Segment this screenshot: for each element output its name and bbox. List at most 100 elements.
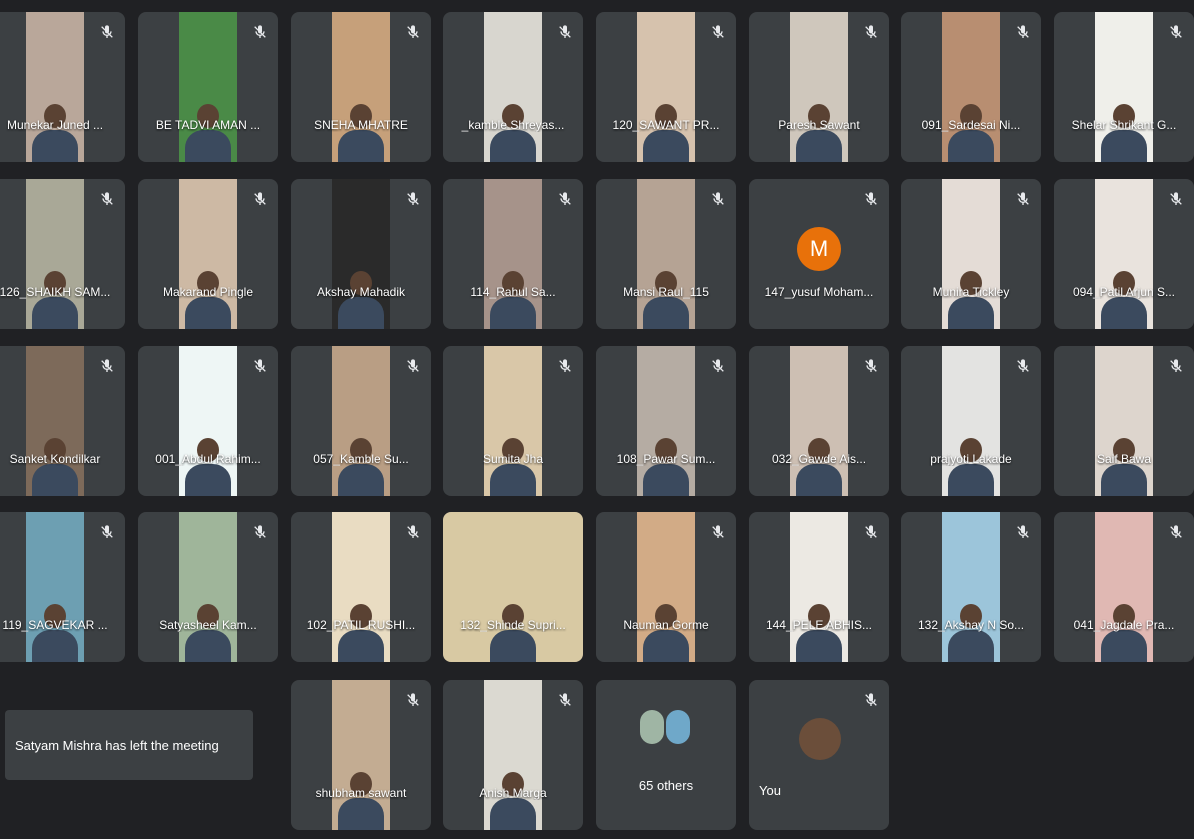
participant-tile[interactable]: 119_SAGVEKAR ... — [0, 512, 125, 662]
body-shape — [643, 464, 689, 496]
person-silhouette — [32, 438, 78, 496]
participant-video — [942, 512, 1000, 662]
participant-video — [790, 512, 848, 662]
participant-tile[interactable]: Shelar Shrikant G... — [1054, 12, 1194, 162]
others-count: 65 others — [638, 778, 694, 793]
person-silhouette — [1101, 604, 1147, 662]
participant-name: prajyoti Lakade — [930, 452, 1012, 466]
body-shape — [185, 130, 231, 162]
mic-off-icon — [401, 688, 425, 712]
body-shape — [643, 630, 689, 662]
participant-tile[interactable]: prajyoti Lakade — [901, 346, 1041, 496]
participant-tile[interactable]: 144_PELE ABHIS... — [749, 512, 889, 662]
person-silhouette — [32, 104, 78, 162]
body-shape — [490, 130, 536, 162]
participant-tile[interactable]: 120_SAWANT PR... — [596, 12, 736, 162]
participant-video — [26, 512, 84, 662]
participant-tile[interactable]: SNEHA MHATRE — [291, 12, 431, 162]
participant-tile[interactable]: Mansi Raul_115 — [596, 179, 736, 329]
participant-tile[interactable]: 094_Patil Arjun S... — [1054, 179, 1194, 329]
participant-tile[interactable]: 001_Abdul Rahim... — [138, 346, 278, 496]
person-silhouette — [185, 104, 231, 162]
mic-off-icon — [95, 520, 119, 544]
participant-tile[interactable]: Sumita Jha — [443, 346, 583, 496]
participant-video — [484, 680, 542, 830]
participant-video — [637, 346, 695, 496]
participant-video — [484, 12, 542, 162]
participant-name: 126_SHAIKH SAM... — [0, 285, 111, 299]
participant-tile[interactable]: Satyasheel Kam... — [138, 512, 278, 662]
person-silhouette — [338, 438, 384, 496]
others-tile[interactable]: 65 others — [596, 680, 736, 830]
mic-off-icon — [401, 20, 425, 44]
body-shape — [796, 130, 842, 162]
body-shape — [1101, 297, 1147, 329]
participant-tile[interactable]: 102_PATIL RUSHI... — [291, 512, 431, 662]
participant-tile[interactable]: Munira Tickley — [901, 179, 1041, 329]
person-silhouette — [490, 104, 536, 162]
participant-tile[interactable]: 041_Jagdale Pra... — [1054, 512, 1194, 662]
mic-off-icon — [1164, 20, 1188, 44]
self-avatar — [799, 718, 841, 760]
body-shape — [490, 297, 536, 329]
participant-video — [484, 179, 542, 329]
person-silhouette — [185, 271, 231, 329]
participant-video — [332, 512, 390, 662]
person-silhouette — [32, 271, 78, 329]
participant-tile[interactable]: _kamble Shreyas... — [443, 12, 583, 162]
participant-name: 147_yusuf Moham... — [764, 285, 874, 299]
person-silhouette — [796, 604, 842, 662]
participant-tile[interactable]: Munekar Juned ... — [0, 12, 125, 162]
participant-tile[interactable]: Sanket Kondilkar — [0, 346, 125, 496]
person-silhouette — [1101, 104, 1147, 162]
participant-name: Munekar Juned ... — [6, 118, 104, 132]
participant-name: Paresh Sawant — [778, 118, 860, 132]
participant-tile[interactable]: 091_Sardesai Ni... — [901, 12, 1041, 162]
participant-video — [1095, 12, 1153, 162]
body-shape — [948, 297, 994, 329]
participant-video — [179, 12, 237, 162]
participant-tile[interactable]: Saif Bawa — [1054, 346, 1194, 496]
participant-tile[interactable]: 132_Shinde Supri... — [443, 512, 583, 662]
participant-name: shubham sawant — [315, 786, 407, 800]
participant-tile[interactable]: 108_Pawar Sum... — [596, 346, 736, 496]
participant-name: 094_Patil Arjun S... — [1072, 285, 1176, 299]
person-silhouette — [948, 104, 994, 162]
participant-video — [637, 512, 695, 662]
participant-tile[interactable]: Nauman Gorme — [596, 512, 736, 662]
participant-video — [942, 346, 1000, 496]
participant-video — [790, 346, 848, 496]
person-silhouette — [1101, 438, 1147, 496]
person-silhouette — [948, 604, 994, 662]
person-silhouette — [490, 271, 536, 329]
body-shape — [490, 798, 536, 830]
participant-tile[interactable]: Akshay Mahadik — [291, 179, 431, 329]
person-silhouette — [796, 438, 842, 496]
participant-video — [179, 346, 237, 496]
participant-tile[interactable]: M 147_yusuf Moham... — [749, 179, 889, 329]
body-shape — [1101, 630, 1147, 662]
participant-name: 114_Rahul Sa... — [470, 285, 556, 299]
participant-tile[interactable]: 057_Kamble Su... — [291, 346, 431, 496]
participant-tile[interactable]: BE TADVI AMAN ... — [138, 12, 278, 162]
participant-tile[interactable]: Makarand Pingle — [138, 179, 278, 329]
participant-tile[interactable]: Paresh Sawant — [749, 12, 889, 162]
participant-tile[interactable]: 032_Gawde Ais... — [749, 346, 889, 496]
person-silhouette — [338, 604, 384, 662]
person-silhouette — [490, 772, 536, 830]
participant-tile[interactable]: 132_Akshay N So... — [901, 512, 1041, 662]
mic-off-icon — [553, 354, 577, 378]
others-avatars — [640, 710, 692, 756]
participant-video — [179, 512, 237, 662]
body-shape — [32, 464, 78, 496]
person-silhouette — [796, 104, 842, 162]
participant-tile[interactable]: 114_Rahul Sa... — [443, 179, 583, 329]
participant-name: Shelar Shrikant G... — [1071, 118, 1177, 132]
person-silhouette — [948, 271, 994, 329]
participant-video — [790, 12, 848, 162]
participant-tile[interactable]: shubham sawant — [291, 680, 431, 830]
body-shape — [185, 464, 231, 496]
participant-tile[interactable]: 126_SHAIKH SAM... — [0, 179, 125, 329]
self-tile[interactable]: You — [749, 680, 889, 830]
participant-tile[interactable]: Anish Marga — [443, 680, 583, 830]
